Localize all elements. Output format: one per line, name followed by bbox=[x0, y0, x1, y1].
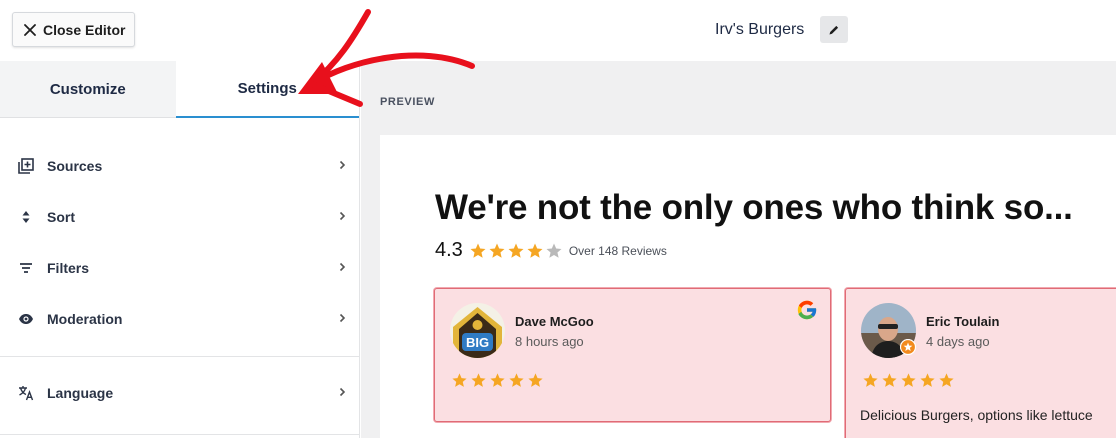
chevron-right-icon bbox=[339, 310, 346, 328]
star-icon bbox=[527, 243, 543, 258]
reviewer-name: Eric Toulain bbox=[926, 314, 1000, 329]
reviewer-name: Dave McGoo bbox=[515, 314, 594, 329]
eye-icon bbox=[18, 311, 34, 327]
sidebar-item-label: Sources bbox=[47, 157, 103, 174]
sources-icon bbox=[18, 157, 34, 174]
page-title: Irv's Burgers bbox=[715, 21, 805, 38]
rating-summary: 4.3 Over 148 Reviews bbox=[435, 239, 667, 262]
star-icon bbox=[901, 373, 916, 387]
menu-divider bbox=[0, 356, 359, 357]
star-icon bbox=[508, 243, 524, 258]
sidebar-item-label: Filters bbox=[47, 259, 90, 276]
star-icon bbox=[470, 243, 486, 258]
badge-icon bbox=[900, 339, 916, 355]
close-editor-label: Close Editor bbox=[43, 21, 126, 38]
pencil-icon bbox=[829, 25, 839, 34]
tab-customize[interactable]: Customize bbox=[0, 61, 176, 118]
settings-menu: Sources Sort Filters Moderation Language bbox=[0, 118, 359, 418]
sidebar-item-label: Moderation bbox=[47, 310, 123, 327]
rating-value: 4.3 bbox=[435, 239, 463, 261]
star-icon bbox=[490, 373, 505, 387]
sidebar-item-sources[interactable]: Sources bbox=[0, 140, 359, 191]
tab-settings[interactable]: Settings bbox=[175, 61, 359, 118]
sidebar-item-label: Sort bbox=[47, 208, 75, 225]
review-stars bbox=[451, 372, 544, 389]
sidebar-tabs: Customize Settings bbox=[0, 61, 359, 118]
sidebar-item-language[interactable]: Language bbox=[0, 367, 359, 418]
rating-stars bbox=[469, 242, 563, 260]
sort-icon bbox=[18, 209, 34, 225]
preview-canvas: We're not the only ones who think so... … bbox=[380, 135, 1116, 438]
chevron-right-icon bbox=[339, 208, 346, 226]
star-icon bbox=[528, 373, 543, 387]
reviews-headline: We're not the only ones who think so... bbox=[435, 188, 1073, 227]
star-icon bbox=[863, 373, 878, 387]
sidebar-item-moderation[interactable]: Moderation bbox=[0, 293, 359, 344]
review-stars bbox=[862, 372, 955, 389]
review-time: 4 days ago bbox=[926, 334, 990, 349]
review-card[interactable]: Eric Toulain 4 days ago Delicious Burger… bbox=[845, 288, 1116, 438]
google-logo-icon bbox=[795, 298, 819, 327]
top-bar: Close Editor Irv's Burgers bbox=[0, 0, 1116, 61]
preview-label: PREVIEW bbox=[380, 96, 435, 108]
star-icon bbox=[882, 373, 897, 387]
svg-text:BIG: BIG bbox=[466, 335, 489, 350]
review-time: 8 hours ago bbox=[515, 334, 584, 349]
star-icon bbox=[920, 373, 935, 387]
chevron-right-icon bbox=[339, 157, 346, 175]
star-icon bbox=[939, 373, 954, 387]
avatar: BIG bbox=[450, 303, 505, 358]
translate-icon bbox=[18, 385, 34, 401]
review-card[interactable]: BIG Dave McGoo 8 hours ago bbox=[434, 288, 831, 422]
sidebar-item-filters[interactable]: Filters bbox=[0, 242, 359, 293]
star-icon bbox=[489, 243, 505, 258]
sidebar-item-label: Language bbox=[47, 384, 114, 401]
review-text: Delicious Burgers, options like lettuce bbox=[860, 407, 1093, 423]
chevron-right-icon bbox=[339, 259, 346, 277]
preview-area: PREVIEW We're not the only ones who thin… bbox=[361, 61, 1116, 438]
sidebar-item-sort[interactable]: Sort bbox=[0, 191, 359, 242]
close-icon bbox=[24, 23, 36, 36]
star-icon bbox=[471, 373, 486, 387]
sidebar: Customize Settings Sources Sort Filters … bbox=[0, 61, 360, 438]
star-icon bbox=[452, 373, 467, 387]
reviews-count: Over 148 Reviews bbox=[568, 243, 667, 258]
menu-divider bbox=[0, 434, 359, 435]
filter-icon bbox=[18, 260, 34, 276]
star-icon bbox=[509, 373, 524, 387]
star-empty-icon bbox=[546, 243, 562, 258]
chevron-right-icon bbox=[339, 384, 346, 402]
edit-title-button[interactable] bbox=[820, 16, 848, 43]
close-editor-button[interactable]: Close Editor bbox=[12, 12, 135, 47]
